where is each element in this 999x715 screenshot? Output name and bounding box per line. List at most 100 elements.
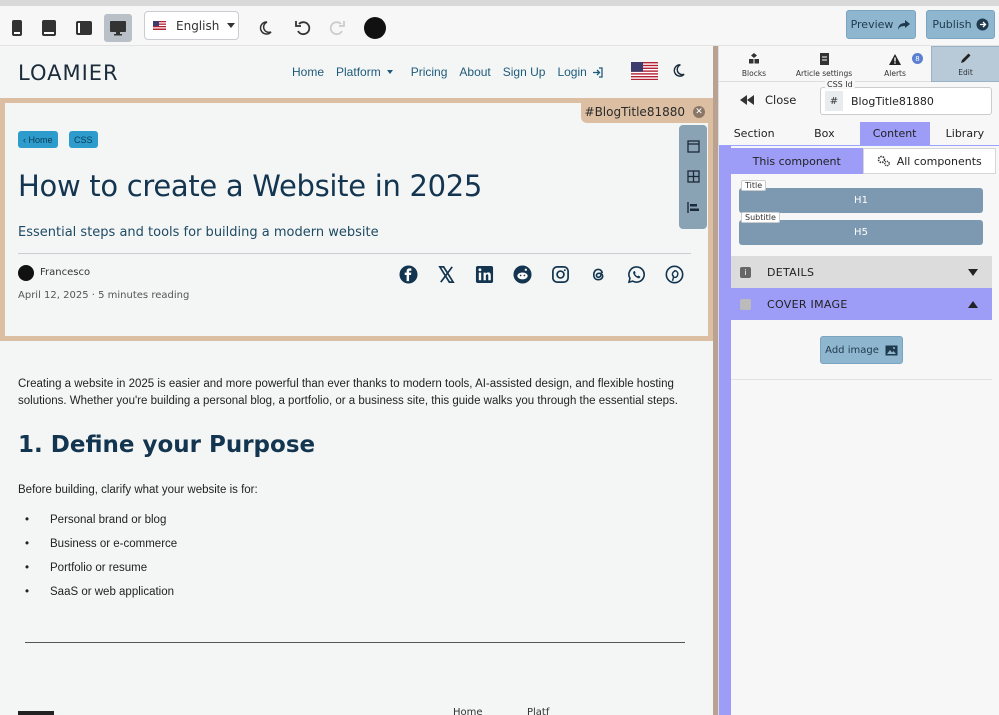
add-image-button[interactable]: Add image <box>820 336 903 364</box>
moon-icon[interactable] <box>671 63 686 78</box>
tablet-landscape-icon[interactable] <box>70 14 98 42</box>
align-left-icon[interactable] <box>686 201 700 214</box>
tab-section[interactable]: Section <box>719 122 789 145</box>
threads-icon[interactable] <box>589 265 608 284</box>
nav-login[interactable]: Login <box>557 65 603 79</box>
section-lead: Before building, clarify what your websi… <box>18 484 258 496</box>
us-flag-icon[interactable] <box>631 62 658 80</box>
close-icon[interactable]: ✕ <box>693 106 705 118</box>
x-icon[interactable] <box>437 265 456 284</box>
user-avatar[interactable] <box>361 14 389 42</box>
footer-nav-partial-home[interactable]: Home <box>453 707 483 715</box>
document-icon <box>819 53 829 65</box>
footer-nav-partial-platform[interactable]: Platf <box>527 707 549 715</box>
nav-platform-label: Platform <box>336 65 381 79</box>
nav-signup[interactable]: Sign Up <box>503 65 546 79</box>
preview-button[interactable]: Preview <box>846 10 916 39</box>
add-image-label: Add image <box>825 344 879 356</box>
tag-home[interactable]: ‹ Home <box>18 131 58 148</box>
grid-icon[interactable] <box>686 170 700 184</box>
nav-pricing[interactable]: Pricing <box>411 65 448 79</box>
facebook-icon[interactable] <box>399 265 418 284</box>
title-field-label: Title <box>741 180 767 191</box>
subtitle-field-label: Subtitle <box>741 212 780 223</box>
section-heading: 1. Define your Purpose <box>18 432 316 458</box>
pinterest-icon[interactable] <box>665 265 684 284</box>
nav-login-label: Login <box>557 65 587 79</box>
article-body: Creating a website in 2025 is easier and… <box>18 376 688 604</box>
page-canvas: LOAMIER Home Platform Pricing About Sign… <box>0 46 713 715</box>
css-id-value[interactable]: BlogTitle81880 <box>851 95 934 108</box>
css-id-field[interactable]: CSS Id # BlogTitle81880 <box>820 80 992 115</box>
nav-about[interactable]: About <box>459 65 490 79</box>
undo-icon[interactable] <box>289 14 317 42</box>
tab-edit[interactable]: Edit <box>931 46 999 82</box>
language-select[interactable]: English <box>144 11 239 40</box>
list-item: Portfolio or resume <box>18 556 688 580</box>
panel-tabs: Blocks Article settings Alerts 8 Edit <box>719 46 999 82</box>
tab-blocks[interactable]: Blocks <box>719 46 789 82</box>
whatsapp-icon[interactable] <box>627 265 646 284</box>
reddit-icon[interactable] <box>513 265 532 284</box>
tab-article-settings[interactable]: Article settings <box>789 46 859 82</box>
instagram-icon[interactable] <box>551 265 570 284</box>
tab-box[interactable]: Box <box>789 122 859 145</box>
caret-up-icon <box>968 300 978 308</box>
site-nav: Home Platform Pricing About Sign Up Logi… <box>292 65 615 79</box>
site-logo[interactable]: LOAMIER <box>18 61 119 85</box>
linkedin-icon[interactable] <box>475 265 494 284</box>
tab-all-components-label: All components <box>896 154 982 168</box>
layout-icon[interactable] <box>686 140 700 153</box>
caret-down-icon <box>968 268 978 276</box>
close-button[interactable]: Close <box>739 93 796 107</box>
mobile-view-icon[interactable] <box>3 14 31 42</box>
alerts-count-badge: 8 <box>912 53 923 64</box>
share-arrow-icon <box>898 19 911 30</box>
desktop-view-icon[interactable] <box>104 14 132 42</box>
details-label: DETAILS <box>767 265 815 279</box>
article-intro: Creating a website in 2025 is easier and… <box>18 378 678 407</box>
tab-alerts[interactable]: Alerts 8 <box>859 46 931 82</box>
nav-home[interactable]: Home <box>292 65 324 79</box>
css-id-label: CSS Id <box>825 80 855 89</box>
author-avatar <box>18 265 34 281</box>
tab-this-component[interactable]: This component <box>731 148 863 174</box>
component-id-label: #BlogTitle81880 ✕ <box>580 101 713 123</box>
details-accordion[interactable]: i DETAILS <box>731 256 992 288</box>
share-bar <box>399 265 684 284</box>
title-tag-select[interactable]: Title H1 <box>739 180 983 213</box>
content-tab-indicator <box>719 146 731 715</box>
warning-icon <box>889 54 901 65</box>
editor-toolbar: English Preview Publish <box>0 0 999 46</box>
gears-icon <box>877 155 890 167</box>
post-date: April 12, 2025 <box>18 290 89 301</box>
moon-icon[interactable] <box>251 14 279 42</box>
tag-css[interactable]: CSS <box>69 131 98 148</box>
list-item: SaaS or web application <box>18 580 688 604</box>
publish-label: Publish <box>932 18 972 31</box>
tab-library[interactable]: Library <box>930 122 999 145</box>
purpose-list: Personal brand or blog Business or e-com… <box>18 508 688 604</box>
article-divider <box>25 642 685 643</box>
arrow-circle-right-icon <box>976 18 989 31</box>
component-scope-tabs: This component All components <box>731 148 996 174</box>
list-item: Business or e-commerce <box>18 532 688 556</box>
author-name: Francesco <box>40 267 91 278</box>
rewind-icon <box>740 95 754 105</box>
tab-all-components[interactable]: All components <box>862 148 996 174</box>
publish-button[interactable]: Publish <box>926 10 995 39</box>
redo-icon[interactable] <box>323 14 351 42</box>
cover-image-label: COVER IMAGE <box>767 297 848 311</box>
tab-content[interactable]: Content <box>859 122 930 145</box>
tab-blocks-label: Blocks <box>741 69 767 78</box>
nav-platform[interactable]: Platform <box>336 65 393 79</box>
chevron-down-icon <box>227 23 236 28</box>
language-label: English <box>176 18 220 33</box>
footer-logo-partial <box>18 711 54 715</box>
subtitle-tag-select[interactable]: Subtitle H5 <box>739 212 983 245</box>
settings-tabs: Section Box Content Library <box>719 122 999 146</box>
tablet-portrait-icon[interactable] <box>35 14 63 42</box>
blog-title-component[interactable]: #BlogTitle81880 ✕ ‹ Home CSS How to crea… <box>0 98 713 341</box>
cover-image-accordion[interactable]: COVER IMAGE <box>731 288 992 320</box>
editor-panel: Blocks Article settings Alerts 8 Edit Cl… <box>718 46 999 715</box>
